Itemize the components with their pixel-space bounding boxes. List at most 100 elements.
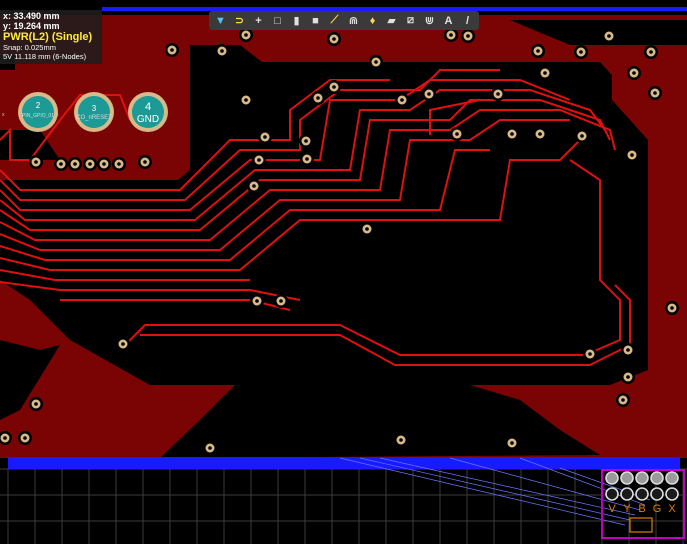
via[interactable] [83, 157, 97, 171]
slash-box-icon[interactable]: ⧄ [403, 13, 418, 28]
via[interactable] [574, 45, 588, 59]
via[interactable] [395, 93, 409, 107]
pad-2-name: PIN_GPIO_01 [22, 113, 54, 119]
via[interactable] [665, 301, 679, 315]
cursor-y-readout: y: 19.264 mm [3, 21, 60, 31]
via[interactable] [327, 32, 341, 46]
cursor-x-readout: x: 33.490 mm [3, 11, 60, 21]
magnet-snap-icon[interactable]: ⊃ [232, 13, 247, 28]
pad-2[interactable]: 2 PIN_GPIO_01 [18, 92, 58, 132]
highlight-net-icon[interactable]: ♦ [365, 13, 380, 28]
via[interactable] [533, 127, 547, 141]
via[interactable] [165, 43, 179, 57]
line-tool-icon[interactable]: / [460, 13, 475, 28]
connector-pin-label: V [608, 503, 616, 515]
connector-pad[interactable] [605, 487, 619, 501]
connector-pad[interactable] [650, 487, 664, 501]
connector-pad[interactable] [665, 471, 679, 485]
via[interactable] [311, 91, 325, 105]
via[interactable] [300, 152, 314, 166]
via[interactable] [461, 29, 475, 43]
pad-4-name: GND [137, 114, 159, 125]
measure-icon[interactable]: ⋒ [346, 13, 361, 28]
via[interactable] [112, 157, 126, 171]
via[interactable] [531, 44, 545, 58]
via[interactable] [138, 155, 152, 169]
connector-pad[interactable] [665, 487, 679, 501]
box-select-icon[interactable]: □ [270, 13, 285, 28]
connector-pad[interactable] [635, 487, 649, 501]
via[interactable] [116, 337, 130, 351]
via[interactable] [97, 157, 111, 171]
connector-pad[interactable] [605, 471, 619, 485]
pad-4[interactable]: 4 GND [128, 92, 168, 132]
via[interactable] [505, 436, 519, 450]
via[interactable] [203, 441, 217, 455]
active-layer-label: PWR(L2) (Single) [3, 31, 93, 43]
floating-toolbar: ▼ ⊃ + □ ▮ ■ ⟋ ⋒ ♦ ▰ ⧄ ⋓ A / [209, 11, 479, 30]
filter-select-icon[interactable]: ▼ [213, 13, 228, 28]
via[interactable] [29, 155, 43, 169]
via[interactable] [444, 28, 458, 42]
via[interactable] [258, 130, 272, 144]
via[interactable] [644, 45, 658, 59]
via[interactable] [369, 55, 383, 69]
crosshair-icon[interactable]: + [251, 13, 266, 28]
via[interactable] [360, 222, 374, 236]
connector-pad[interactable] [620, 487, 634, 501]
via[interactable] [625, 148, 639, 162]
via[interactable] [215, 44, 229, 58]
via[interactable] [54, 157, 68, 171]
square-fill-icon[interactable]: ■ [308, 13, 323, 28]
connector-pad[interactable] [650, 471, 664, 485]
via[interactable] [327, 80, 341, 94]
connector-pad[interactable] [620, 471, 634, 485]
via[interactable] [299, 134, 313, 148]
via[interactable] [627, 66, 641, 80]
via[interactable] [505, 127, 519, 141]
route-wand-icon[interactable]: ⟋ [327, 13, 342, 28]
via[interactable] [575, 129, 589, 143]
header-pads[interactable]: 2 PIN_GPIO_01 3 CO_nRESET 4 GND x x [2, 92, 168, 132]
via[interactable] [29, 397, 43, 411]
grid-area [0, 468, 687, 544]
via[interactable] [621, 343, 635, 357]
connector-pin-label: B [638, 503, 645, 515]
via[interactable] [422, 87, 436, 101]
bar-chart-icon[interactable]: ▮ [289, 13, 304, 28]
via[interactable] [648, 86, 662, 100]
snap-readout: Snap: 0.025mm [3, 43, 56, 52]
pad-3-name: CO_nRESET [76, 115, 112, 121]
via[interactable] [18, 431, 32, 445]
net-length-readout: 5V 11.118 mm (6-Nodes) [3, 52, 87, 61]
connector-pad[interactable] [635, 471, 649, 485]
pad-3[interactable]: 3 CO_nRESET [74, 92, 114, 132]
via[interactable] [538, 66, 552, 80]
via[interactable] [250, 294, 264, 308]
via[interactable] [583, 347, 597, 361]
via[interactable] [252, 153, 266, 167]
connector-pin-label: X [668, 503, 676, 515]
connector-pin-label: G [653, 503, 662, 515]
via[interactable] [68, 157, 82, 171]
connector-footprint[interactable]: VYBGX [601, 469, 685, 539]
connector-pin-label: Y [623, 503, 631, 515]
via[interactable] [274, 294, 288, 308]
via[interactable] [602, 29, 616, 43]
via[interactable] [247, 179, 261, 193]
cursor-info-panel: x: 33.490 mm y: 19.264 mm PWR(L2) (Singl… [0, 10, 102, 64]
via[interactable] [450, 127, 464, 141]
via[interactable] [616, 393, 630, 407]
pad-2-number: 2 [36, 101, 41, 110]
via[interactable] [491, 87, 505, 101]
via[interactable] [394, 433, 408, 447]
via[interactable] [239, 28, 253, 42]
via[interactable] [239, 93, 253, 107]
layer-stack-icon[interactable]: ▰ [384, 13, 399, 28]
pad-3-number: 3 [92, 104, 97, 113]
comb-icon[interactable]: ⋓ [422, 13, 437, 28]
via[interactable] [621, 370, 635, 384]
pcb-canvas[interactable]: 2 PIN_GPIO_01 3 CO_nRESET 4 GND x x V Y … [0, 0, 687, 544]
pad-4-number: 4 [145, 101, 151, 113]
text-tool-icon[interactable]: A [441, 13, 456, 28]
